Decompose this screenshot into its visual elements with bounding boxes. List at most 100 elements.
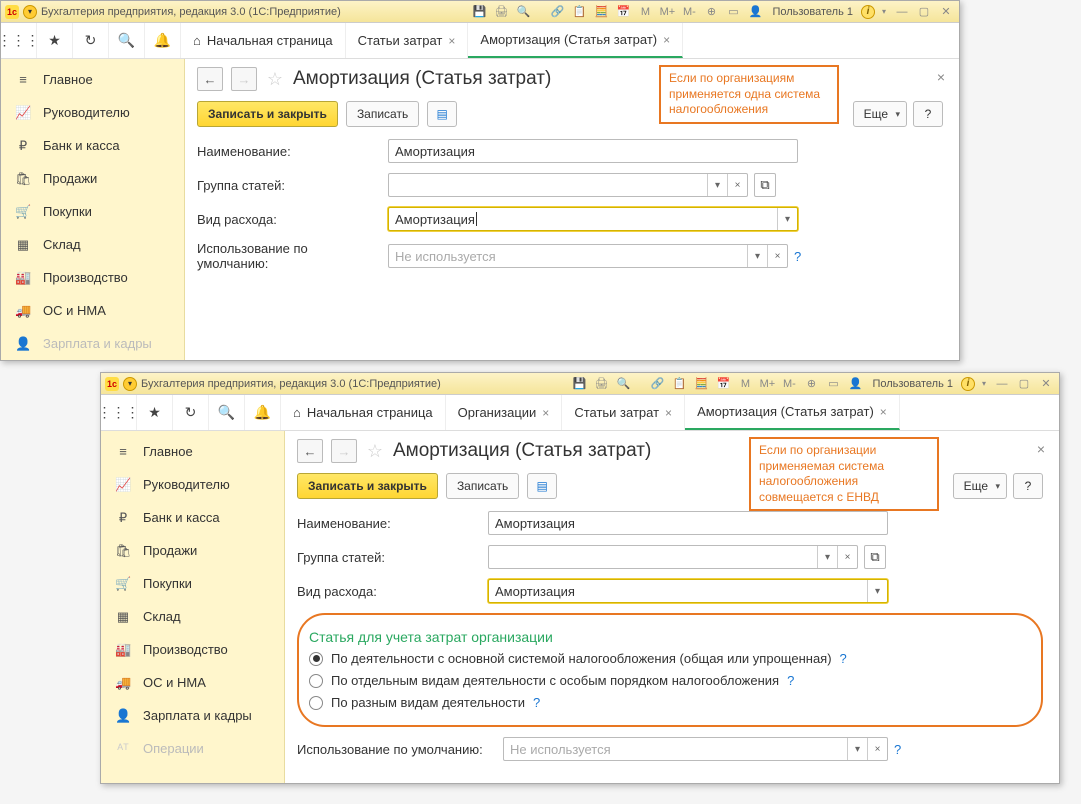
calendar-icon[interactable]: 📅	[614, 4, 632, 20]
tab-close-icon[interactable]: ×	[542, 406, 549, 420]
panel-icon[interactable]: ▭	[824, 376, 842, 392]
close-window-icon[interactable]: ✕	[1037, 376, 1055, 392]
input-kind[interactable]: Амортизация ▾	[388, 207, 798, 231]
sidebar-item-production[interactable]: 🏭Производство	[1, 261, 184, 294]
radio-option-2[interactable]: По отдельным видам деятельности с особым…	[309, 673, 1027, 688]
bell-icon[interactable]: 🔔	[145, 23, 181, 58]
sidebar-item-manager[interactable]: 📈Руководителю	[1, 96, 184, 129]
mplus-icon[interactable]: M+	[658, 4, 676, 20]
tab-close-icon[interactable]: ×	[880, 405, 887, 419]
info-dropdown-icon[interactable]: ▾	[879, 4, 889, 20]
nav-forward-button[interactable]: →	[331, 439, 357, 463]
clear-icon[interactable]: ×	[727, 174, 747, 196]
calendar-icon[interactable]: 📅	[714, 376, 732, 392]
content-close-icon[interactable]: ×	[1037, 441, 1045, 457]
sidebar-item-sales[interactable]: 🛍Продажи	[1, 162, 184, 195]
radio-icon[interactable]	[309, 674, 323, 688]
nav-back-button[interactable]: ←	[197, 67, 223, 91]
tab-articles[interactable]: Статьи затрат ×	[562, 395, 685, 430]
radio-option-3[interactable]: По разным видам деятельности ?	[309, 695, 1027, 710]
input-usage[interactable]: Не используется ▾ ×	[503, 737, 888, 761]
m-icon[interactable]: M	[736, 376, 754, 392]
help-link-icon[interactable]: ?	[894, 742, 901, 757]
save-button[interactable]: Записать	[446, 473, 519, 499]
info-dropdown-icon[interactable]: ▾	[979, 376, 989, 392]
mplus-icon[interactable]: M+	[758, 376, 776, 392]
favorite-star-icon[interactable]: ☆	[365, 441, 385, 462]
input-kind[interactable]: Амортизация ▾	[488, 579, 888, 603]
link-icon[interactable]: 🔗	[648, 376, 666, 392]
favorite-star-icon[interactable]: ☆	[265, 69, 285, 90]
sidebar-item-main[interactable]: ≡Главное	[101, 435, 284, 468]
sidebar-item-purchases[interactable]: 🛒Покупки	[1, 195, 184, 228]
user-name[interactable]: Пользователь 1	[768, 6, 857, 18]
tab-orgs[interactable]: Организации ×	[446, 395, 563, 430]
dropdown-icon[interactable]: ▾	[707, 174, 727, 196]
dropdown-icon[interactable]: ▾	[777, 208, 797, 230]
nav-back-button[interactable]: ←	[297, 439, 323, 463]
menu-dropdown-icon[interactable]: ▾	[23, 5, 37, 19]
history-icon[interactable]: ↻	[173, 395, 209, 430]
favorite-icon[interactable]: ★	[137, 395, 173, 430]
tab-articles[interactable]: Статьи затрат ×	[346, 23, 469, 58]
open-list-button[interactable]: ⧉	[864, 545, 886, 569]
sidebar-item-warehouse[interactable]: ▦Склад	[101, 600, 284, 633]
save-icon[interactable]: 💾	[470, 4, 488, 20]
search-icon[interactable]: 🔍	[209, 395, 245, 430]
minimize-icon[interactable]: —	[893, 4, 911, 20]
sidebar-item-salary[interactable]: 👤Зарплата и кадры	[1, 327, 184, 360]
tab-home[interactable]: ⌂ Начальная страница	[281, 395, 446, 430]
print-icon[interactable]: 🖨	[592, 376, 610, 392]
dropdown-icon[interactable]: ▾	[817, 546, 837, 568]
zoom-icon[interactable]: ⊕	[802, 376, 820, 392]
content-close-icon[interactable]: ×	[937, 69, 945, 85]
m-icon[interactable]: M	[636, 4, 654, 20]
help-link-icon[interactable]: ?	[794, 249, 801, 264]
sidebar-item-purchases[interactable]: 🛒Покупки	[101, 567, 284, 600]
sidebar-item-warehouse[interactable]: ▦Склад	[1, 228, 184, 261]
sidebar-item-operations[interactable]: ᴬᵀОперации	[101, 732, 284, 765]
more-button[interactable]: Еще	[953, 473, 1007, 499]
sidebar-item-bank[interactable]: ₽Банк и касса	[1, 129, 184, 162]
help-button[interactable]: ?	[1013, 473, 1043, 499]
help-link-icon[interactable]: ?	[533, 695, 540, 710]
nav-forward-button[interactable]: →	[231, 67, 257, 91]
mminus-icon[interactable]: M-	[780, 376, 798, 392]
maximize-icon[interactable]: ▢	[915, 4, 933, 20]
dropdown-icon[interactable]: ▾	[867, 580, 887, 602]
input-usage[interactable]: Не используется ▾ ×	[388, 244, 788, 268]
input-name[interactable]: Амортизация	[388, 139, 798, 163]
clear-icon[interactable]: ×	[767, 245, 787, 267]
calc-icon[interactable]: 🧮	[692, 376, 710, 392]
list-button[interactable]: ▤	[427, 101, 457, 127]
sidebar-item-assets[interactable]: 🚚ОС и НМА	[101, 666, 284, 699]
favorite-icon[interactable]: ★	[37, 23, 73, 58]
tab-amortization[interactable]: Амортизация (Статья затрат) ×	[468, 23, 683, 58]
list-button[interactable]: ▤	[527, 473, 557, 499]
sidebar-item-main[interactable]: ≡Главное	[1, 63, 184, 96]
clear-icon[interactable]: ×	[867, 738, 887, 760]
dropdown-icon[interactable]: ▾	[847, 738, 867, 760]
search-icon[interactable]: 🔍	[109, 23, 145, 58]
minimize-icon[interactable]: —	[993, 376, 1011, 392]
link-icon[interactable]: 🔗	[548, 4, 566, 20]
radio-icon[interactable]	[309, 652, 323, 666]
radio-icon[interactable]	[309, 696, 323, 710]
dropdown-icon[interactable]: ▾	[747, 245, 767, 267]
maximize-icon[interactable]: ▢	[1015, 376, 1033, 392]
preview-icon[interactable]: 🔍	[614, 376, 632, 392]
help-link-icon[interactable]: ?	[840, 651, 847, 666]
sidebar-item-assets[interactable]: 🚚ОС и НМА	[1, 294, 184, 327]
sidebar-item-salary[interactable]: 👤Зарплата и кадры	[101, 699, 284, 732]
sidebar-item-sales[interactable]: 🛍Продажи	[101, 534, 284, 567]
sidebar-item-bank[interactable]: ₽Банк и касса	[101, 501, 284, 534]
tab-close-icon[interactable]: ×	[448, 34, 455, 48]
apps-icon[interactable]: ⋮⋮⋮	[101, 395, 137, 430]
open-list-button[interactable]: ⧉	[754, 173, 776, 197]
more-button[interactable]: Еще	[853, 101, 907, 127]
print-icon[interactable]: 🖨	[492, 4, 510, 20]
sidebar-item-production[interactable]: 🏭Производство	[101, 633, 284, 666]
save-close-button[interactable]: Записать и закрыть	[297, 473, 438, 499]
zoom-icon[interactable]: ⊕	[702, 4, 720, 20]
menu-dropdown-icon[interactable]: ▾	[123, 377, 137, 391]
